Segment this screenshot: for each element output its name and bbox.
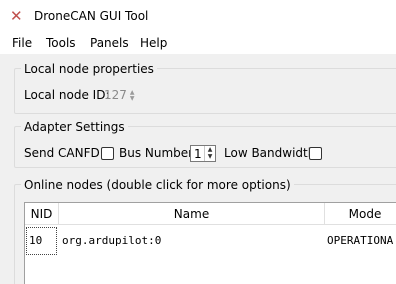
bus-number-spinbox[interactable]: 1 ▲ ▼ xyxy=(190,145,216,162)
local-node-id-spinbox[interactable]: 127 ▲ ▼ xyxy=(104,88,135,102)
menu-panels[interactable]: Panels xyxy=(90,36,129,50)
low-bandwidth-checkbox[interactable] xyxy=(309,147,322,160)
menu-file[interactable]: File xyxy=(12,36,32,50)
row-mode[interactable]: OPERATIONA xyxy=(327,234,393,247)
bus-number-label: Bus Number: xyxy=(119,146,197,160)
column-header-name[interactable]: Name xyxy=(59,203,325,225)
online-nodes-table[interactable]: NID Name Mode 10 org.ardupilot:0 OPERATI… xyxy=(24,202,396,284)
title-bar: ✕ DroneCAN GUI Tool xyxy=(0,0,396,34)
local-node-id-label: Local node ID: xyxy=(24,88,110,102)
window-title: DroneCAN GUI Tool xyxy=(34,9,149,23)
bus-number-value: 1 xyxy=(194,147,202,161)
send-canfd-label: Send CANFD: xyxy=(24,146,104,160)
menu-bar: File Tools Panels Help xyxy=(0,34,396,54)
dronecan-x-icon: ✕ xyxy=(10,7,23,25)
menu-help[interactable]: Help xyxy=(140,36,167,50)
local-node-group-title: Local node properties xyxy=(21,62,157,76)
menu-tools[interactable]: Tools xyxy=(46,36,76,50)
row-name[interactable]: org.ardupilot:0 xyxy=(62,234,161,247)
spin-arrows-icon[interactable]: ▲ ▼ xyxy=(204,146,215,161)
online-nodes-group-title: Online nodes (double click for more opti… xyxy=(21,178,294,192)
column-header-nid[interactable]: NID xyxy=(25,203,59,225)
adapter-settings-group-title: Adapter Settings xyxy=(21,120,128,134)
spin-arrows-icon: ▲ ▼ xyxy=(129,88,135,102)
local-node-id-value: 127 xyxy=(104,88,127,102)
send-canfd-checkbox[interactable] xyxy=(101,147,114,160)
column-header-mode[interactable]: Mode xyxy=(325,203,396,225)
low-bandwidth-label: Low Bandwidth: xyxy=(224,146,320,160)
row-nid[interactable]: 10 xyxy=(29,234,42,247)
